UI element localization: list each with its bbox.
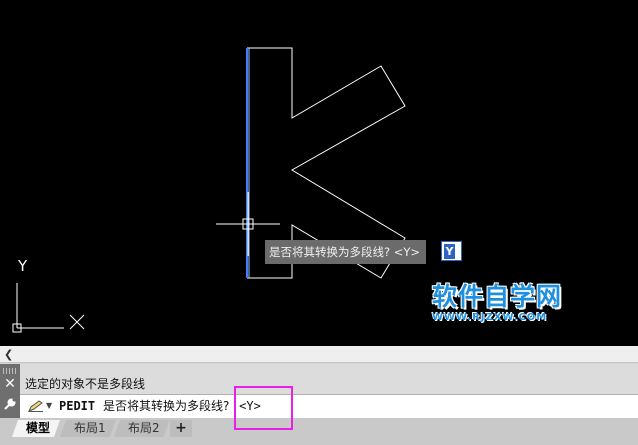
drag-grip-icon[interactable] xyxy=(3,368,17,374)
close-icon[interactable]: ✕ xyxy=(0,375,20,393)
dynamic-input-field[interactable]: Y xyxy=(441,241,462,261)
command-name: PEDIT xyxy=(59,399,96,413)
history-line: 选定的对象不是多段线 xyxy=(25,377,146,391)
scroll-left-icon[interactable]: ❮ xyxy=(4,346,13,363)
ucs-icon xyxy=(12,283,85,333)
command-history: 选定的对象不是多段线 xyxy=(0,364,638,394)
command-prompt-text: PEDIT 是否将其转换为多段线? <Y> xyxy=(59,397,261,415)
command-window: ❮ 选定的对象不是多段线 ✕ ▼ PEDIT 是否将其转换为多段线? <Y> 模… xyxy=(0,346,638,445)
tab-layout1[interactable]: 布局1 xyxy=(60,420,116,437)
watermark-logo: 软件自学网 WWW.RJZXW.COM xyxy=(432,282,582,324)
dynamic-input-value[interactable]: Y xyxy=(444,244,455,259)
dynamic-prompt-tooltip: 是否将其转换为多段线? <Y> xyxy=(265,240,427,264)
horizontal-scrollbar[interactable]: ❮ xyxy=(0,346,638,363)
drawing-viewport[interactable]: Y 是否将其转换为多段线? <Y> Y 软件自学网 WWW.RJZXW.COM xyxy=(0,0,638,346)
tab-layout2-label: 布局2 xyxy=(128,421,160,435)
ucs-y-label: Y xyxy=(18,257,28,275)
layout-tabs: 模型 布局1 布局2 + xyxy=(0,418,638,445)
add-layout-button[interactable]: + xyxy=(170,420,192,437)
chevron-down-icon[interactable]: ▼ xyxy=(46,399,52,413)
annotation-highlight-box xyxy=(234,386,293,430)
command-line-input[interactable]: ▼ PEDIT 是否将其转换为多段线? <Y> xyxy=(20,394,638,418)
plus-icon: + xyxy=(175,420,187,436)
tab-model-label: 模型 xyxy=(26,421,51,435)
command-prompt: 是否将其转换为多段线? xyxy=(102,399,230,413)
tab-model[interactable]: 模型 xyxy=(12,420,60,437)
watermark-main-text: 软件自学网 xyxy=(432,282,563,311)
tab-layout1-label: 布局1 xyxy=(74,421,106,435)
pen-icon[interactable] xyxy=(28,400,44,412)
tab-layout2[interactable]: 布局2 xyxy=(114,420,170,437)
watermark-sub-text: WWW.RJZXW.COM xyxy=(432,312,548,323)
tooltip-text: 是否将其转换为多段线? <Y> xyxy=(269,245,421,259)
wrench-icon[interactable] xyxy=(3,397,17,411)
